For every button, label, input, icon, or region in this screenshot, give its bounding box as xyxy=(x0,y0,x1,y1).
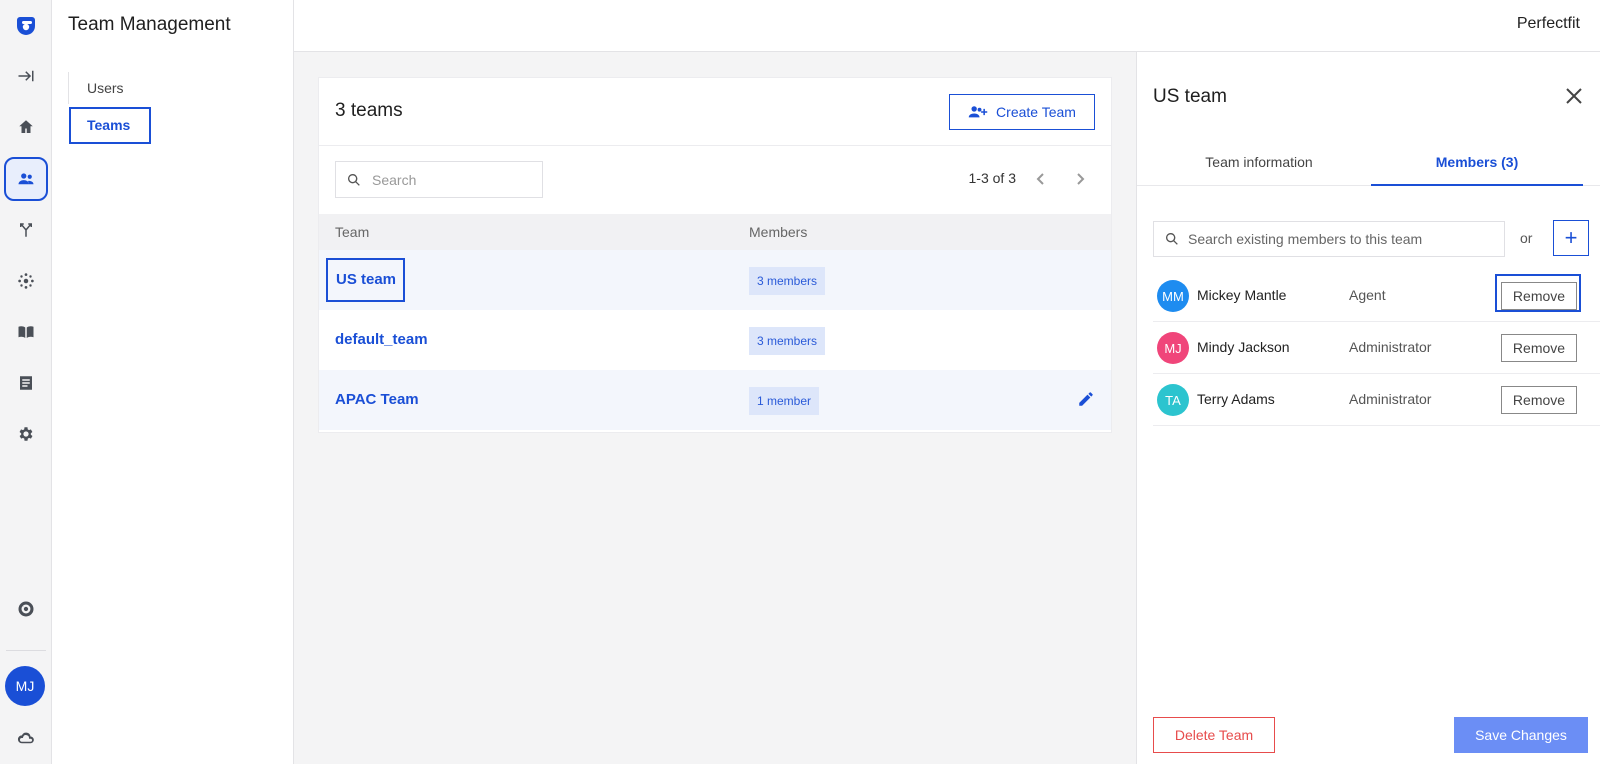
delete-team-button[interactable]: Delete Team xyxy=(1153,717,1275,753)
member-search-input[interactable] xyxy=(1188,231,1498,247)
avatar: MM xyxy=(1157,280,1189,312)
column-header-members: Members xyxy=(749,224,808,240)
top-bar: Perfectfit xyxy=(294,0,1600,52)
teams-count-title: 3 teams xyxy=(335,100,403,121)
team-link[interactable]: default_team xyxy=(335,331,428,348)
brand-name: Perfectfit xyxy=(1516,15,1580,32)
expand-icon[interactable] xyxy=(4,54,48,98)
cloud-icon[interactable] xyxy=(4,716,48,760)
column-header-team: Team xyxy=(335,224,370,240)
logo-icon[interactable] xyxy=(4,4,48,48)
member-name: Terry Adams xyxy=(1197,391,1275,407)
team-detail-panel: US team Team information Members (3) or … xyxy=(1136,52,1600,764)
sidebar-item-users[interactable]: Users xyxy=(68,72,268,104)
sidebar-item-teams[interactable]: Teams xyxy=(69,107,151,144)
avatar: TA xyxy=(1157,384,1189,416)
team-icon[interactable] xyxy=(4,157,48,201)
remove-member-button[interactable]: Remove xyxy=(1501,282,1577,310)
pencil-icon[interactable] xyxy=(1077,390,1095,408)
team-link[interactable]: US team xyxy=(326,258,405,302)
chevron-right-icon[interactable] xyxy=(1069,168,1091,190)
member-row: MJ Mindy Jackson Administrator Remove xyxy=(1153,322,1600,374)
member-row: TA Terry Adams Administrator Remove xyxy=(1153,374,1600,426)
pagination-range: 1-3 of 3 xyxy=(968,170,1016,186)
create-team-button[interactable]: Create Team xyxy=(949,94,1095,130)
remove-member-button[interactable]: Remove xyxy=(1501,386,1577,414)
table-header: Team Members xyxy=(319,214,1111,250)
members-badge: 3 members xyxy=(749,267,826,295)
team-search-input[interactable] xyxy=(372,171,522,188)
team-search-box[interactable] xyxy=(335,161,543,198)
close-icon[interactable] xyxy=(1564,86,1584,106)
sidebar-title: Team Management xyxy=(68,14,231,35)
member-role: Administrator xyxy=(1349,339,1432,355)
chevron-left-icon[interactable] xyxy=(1030,168,1052,190)
knowledge-icon[interactable] xyxy=(4,310,48,354)
team-management-sidebar: Team Management Users Teams xyxy=(52,0,294,764)
save-changes-button[interactable]: Save Changes xyxy=(1454,717,1588,753)
or-separator: or xyxy=(1520,230,1533,246)
tab-members[interactable]: Members (3) xyxy=(1371,142,1583,186)
rail-divider xyxy=(6,650,46,651)
card-divider xyxy=(319,145,1111,146)
member-name: Mindy Jackson xyxy=(1197,339,1290,355)
table-row[interactable]: APAC Team 1 member xyxy=(319,370,1111,430)
create-team-label: Create Team xyxy=(996,104,1076,120)
search-icon xyxy=(348,173,360,186)
tab-team-information[interactable]: Team information xyxy=(1153,142,1365,186)
help-icon[interactable] xyxy=(4,587,48,631)
members-badge: 3 members xyxy=(749,327,826,355)
member-role: Administrator xyxy=(1349,391,1432,407)
user-avatar[interactable]: MJ xyxy=(5,666,45,706)
integrations-icon[interactable] xyxy=(4,259,48,303)
search-icon xyxy=(1166,233,1178,245)
reports-icon[interactable] xyxy=(4,361,48,405)
member-search-box[interactable] xyxy=(1153,221,1505,257)
members-badge: 1 member xyxy=(749,387,820,415)
icon-rail: MJ xyxy=(0,0,52,764)
member-name: Mickey Mantle xyxy=(1197,287,1287,303)
team-link[interactable]: APAC Team xyxy=(335,391,419,408)
member-role: Agent xyxy=(1349,287,1386,303)
panel-tabs: Team information Members (3) xyxy=(1137,142,1600,186)
remove-member-button[interactable]: Remove xyxy=(1501,334,1577,362)
settings-icon[interactable] xyxy=(4,412,48,456)
teams-card: 3 teams Create Team 1-3 of 3 Team Member… xyxy=(318,77,1112,433)
panel-title: US team xyxy=(1153,86,1227,107)
routing-icon[interactable] xyxy=(4,208,48,252)
member-row: MM Mickey Mantle Agent Remove xyxy=(1153,270,1600,322)
table-row[interactable]: US team 3 members xyxy=(319,250,1111,310)
table-row[interactable]: default_team 3 members xyxy=(319,310,1111,370)
home-icon[interactable] xyxy=(4,105,48,149)
add-team-icon xyxy=(968,106,988,118)
avatar: MJ xyxy=(1157,332,1189,364)
add-member-button[interactable]: + xyxy=(1553,220,1589,256)
